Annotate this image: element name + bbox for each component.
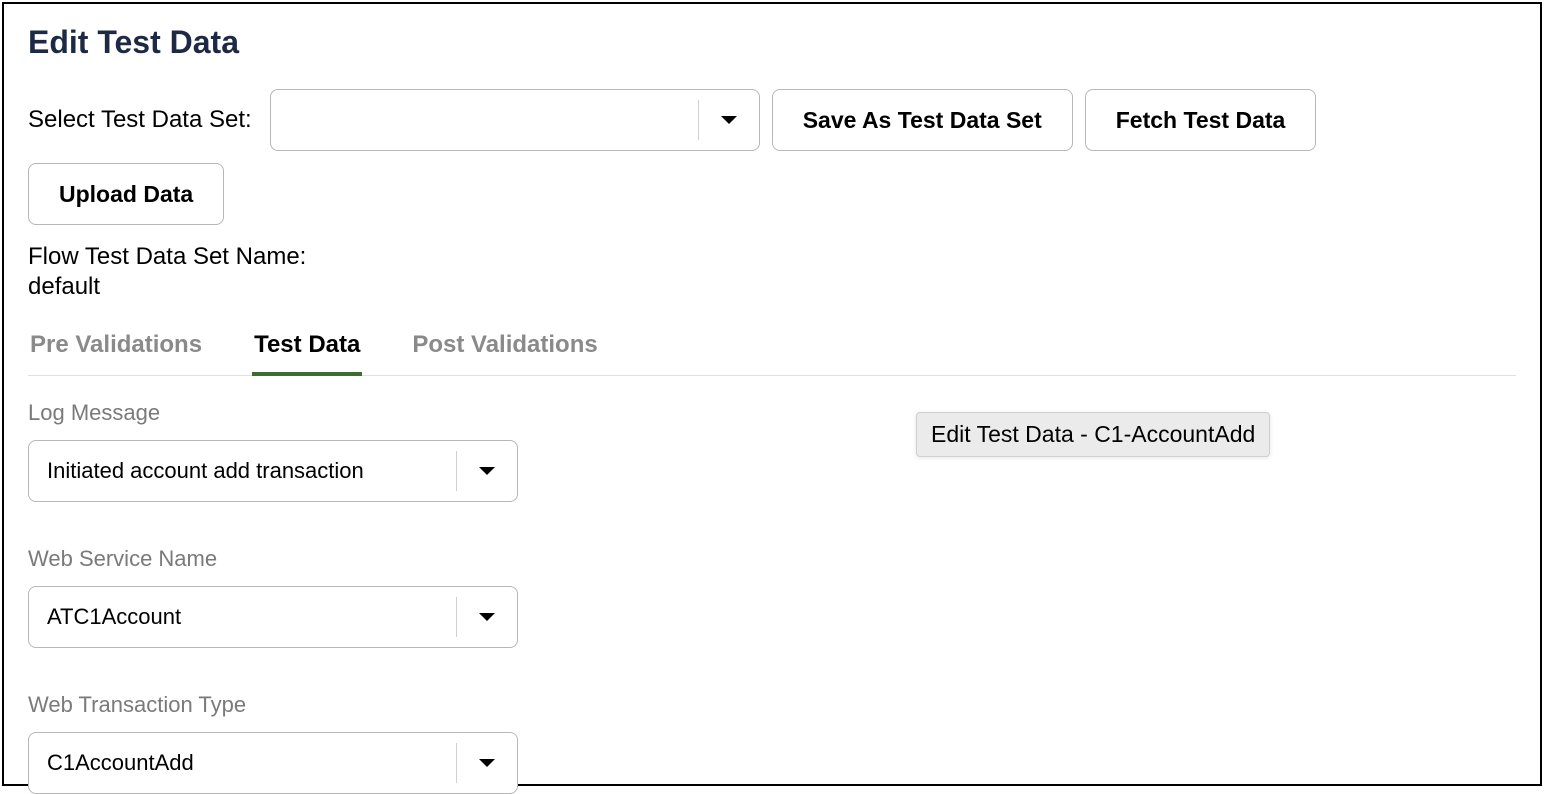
field-web-service-name: Web Service Name [28, 546, 1516, 648]
select-test-data-set-input[interactable] [271, 90, 698, 150]
edit-test-data-panel: Edit Test Data Select Test Data Set: Sav… [2, 2, 1542, 786]
chevron-down-icon [720, 115, 738, 125]
tabs: Pre Validations Test Data Post Validatio… [28, 323, 1516, 376]
log-message-input[interactable] [29, 441, 456, 501]
tab-test-data[interactable]: Test Data [252, 323, 362, 375]
chevron-down-icon [478, 466, 496, 476]
top-controls: Select Test Data Set: Save As Test Data … [28, 89, 1516, 225]
select-test-data-set-caret[interactable] [699, 90, 759, 150]
select-test-data-set-label: Select Test Data Set: [28, 106, 252, 134]
web-transaction-type-combo[interactable] [28, 732, 518, 794]
save-as-test-data-set-button[interactable]: Save As Test Data Set [772, 89, 1073, 151]
chevron-down-icon [478, 612, 496, 622]
chevron-down-icon [478, 758, 496, 768]
upload-data-button[interactable]: Upload Data [28, 163, 224, 225]
web-service-name-input[interactable] [29, 587, 456, 647]
web-transaction-type-input[interactable] [29, 733, 456, 793]
fetch-test-data-button[interactable]: Fetch Test Data [1085, 89, 1317, 151]
log-message-label: Log Message [28, 400, 1516, 426]
web-service-name-label: Web Service Name [28, 546, 1516, 572]
page-title: Edit Test Data [28, 24, 1516, 61]
web-transaction-type-label: Web Transaction Type [28, 692, 1516, 718]
select-test-data-set-combo[interactable] [270, 89, 760, 151]
web-service-name-combo[interactable] [28, 586, 518, 648]
tab-pre-validations[interactable]: Pre Validations [28, 323, 204, 375]
web-service-name-caret[interactable] [457, 587, 517, 647]
tab-post-validations[interactable]: Post Validations [410, 323, 599, 375]
log-message-caret[interactable] [457, 441, 517, 501]
tooltip: Edit Test Data - C1-AccountAdd [916, 412, 1270, 457]
web-transaction-type-caret[interactable] [457, 733, 517, 793]
field-log-message: Log Message [28, 400, 1516, 502]
log-message-combo[interactable] [28, 440, 518, 502]
field-web-transaction-type: Web Transaction Type [28, 692, 1516, 794]
flow-test-data-set-name-label: Flow Test Data Set Name: [28, 243, 1516, 271]
flow-test-data-set-name-value: default [28, 273, 1516, 301]
